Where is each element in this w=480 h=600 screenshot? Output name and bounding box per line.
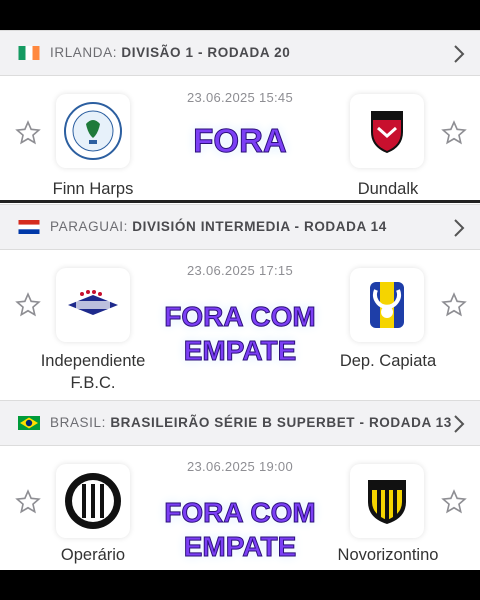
home-team-name: Finn Harps — [52, 180, 134, 198]
prediction-verdict: FORA COM EMPATE — [164, 497, 316, 563]
away-team-name: Dep. Capiata — [339, 352, 437, 370]
prediction-verdict: FORA — [193, 122, 288, 159]
brazil-flag-icon — [18, 416, 40, 430]
league-header-brazil[interactable]: BRASIL: BRASILEIRÃO SÉRIE B SUPERBET - R… — [0, 400, 480, 446]
match-list-screen: IRLANDA: DIVISÃO 1 - RODADA 20 23.06.202… — [0, 30, 480, 570]
team-crest-icon — [56, 464, 130, 538]
favorite-star-icon[interactable] — [441, 292, 467, 318]
prediction-verdict: FORA COM EMPATE — [164, 301, 316, 367]
separator — [0, 200, 480, 203]
league-title: IRLANDA: DIVISÃO 1 - RODADA 20 — [50, 45, 291, 60]
league-header-paraguay[interactable]: PARAGUAI: DIVISIÓN INTERMEDIA - RODADA 1… — [0, 204, 480, 250]
favorite-star-icon[interactable] — [15, 292, 41, 318]
chevron-right-icon[interactable] — [452, 43, 466, 65]
away-team-name: Dundalk — [357, 180, 419, 198]
match-row[interactable]: 23.06.2025 19:00 Operário FORA COM EMPAT… — [0, 446, 480, 570]
home-team-name: Independiente F.B.C. — [40, 352, 146, 392]
away-team-name: Novorizontino — [337, 546, 439, 564]
match-row[interactable]: 23.06.2025 17:15 Independiente F.B.C. FO… — [0, 250, 480, 400]
match-row[interactable]: 23.06.2025 15:45 Finn Harps FORA Dundalk — [0, 76, 480, 206]
league-header-ireland[interactable]: IRLANDA: DIVISÃO 1 - RODADA 20 — [0, 30, 480, 76]
favorite-star-icon[interactable] — [441, 489, 467, 515]
favorite-star-icon[interactable] — [15, 120, 41, 146]
league-title: BRASIL: BRASILEIRÃO SÉRIE B SUPERBET - R… — [50, 415, 452, 430]
ireland-flag-icon — [18, 46, 40, 60]
team-crest-icon — [350, 94, 424, 168]
paraguay-flag-icon — [18, 220, 40, 234]
home-team-name: Operário — [60, 546, 126, 564]
favorite-star-icon[interactable] — [15, 489, 41, 515]
team-crest-icon — [350, 464, 424, 538]
team-crest-icon — [56, 268, 130, 342]
chevron-right-icon[interactable] — [452, 217, 466, 239]
team-crest-icon — [56, 94, 130, 168]
league-title: PARAGUAI: DIVISIÓN INTERMEDIA - RODADA 1… — [50, 219, 387, 234]
favorite-star-icon[interactable] — [441, 120, 467, 146]
team-crest-icon — [350, 268, 424, 342]
chevron-right-icon[interactable] — [452, 413, 466, 435]
